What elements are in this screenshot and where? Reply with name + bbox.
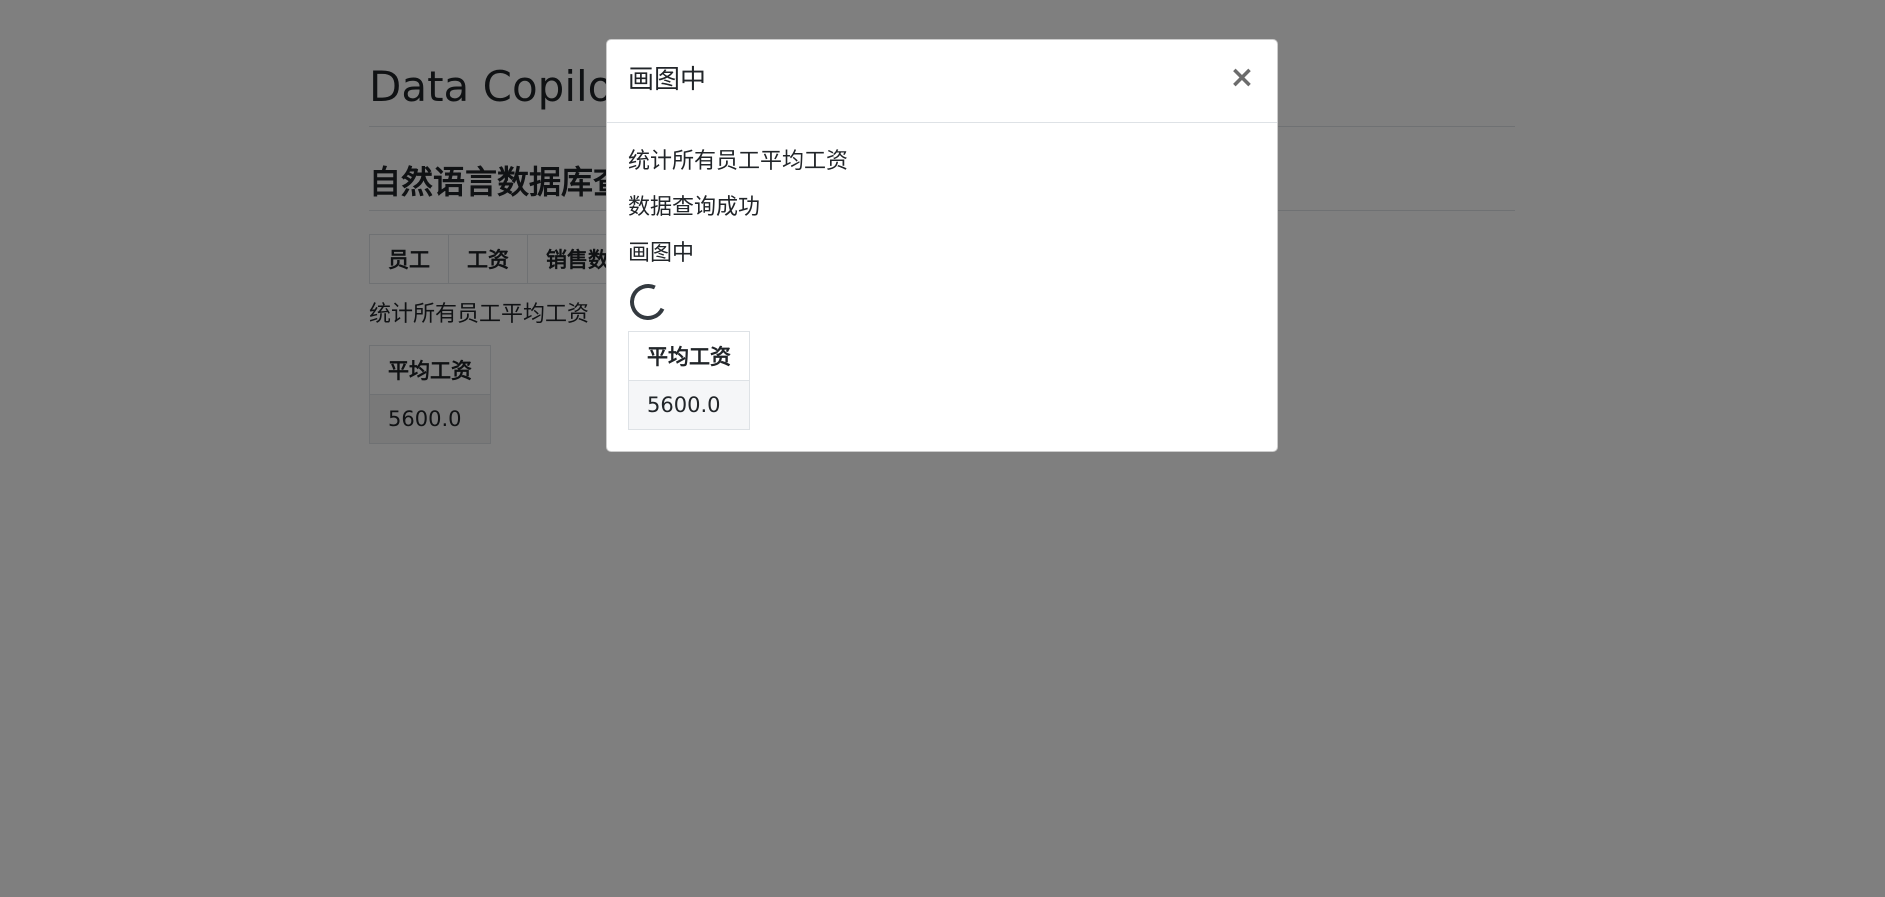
loading-spinner-icon [624,278,672,326]
close-button[interactable]: × [1227,60,1257,96]
status-line-success: 数据查询成功 [628,195,761,220]
status-line-query: 统计所有员工平均工资 [628,149,849,174]
modal-result-column-header: 平均工资 [628,331,750,381]
modal-result-cell: 5600.0 [628,380,750,430]
table-row: 5600.0 [628,380,750,430]
status-line-drawing: 画图中 [628,241,695,266]
modal-result-table: 平均工资 5600.0 [628,331,750,430]
modal-header: 画图中 × [607,40,1277,123]
modal-title: 画图中 [628,65,707,95]
progress-dialog: 画图中 × 统计所有员工平均工资 数据查询成功 画图中 平均工资 5600.0 [606,39,1278,452]
